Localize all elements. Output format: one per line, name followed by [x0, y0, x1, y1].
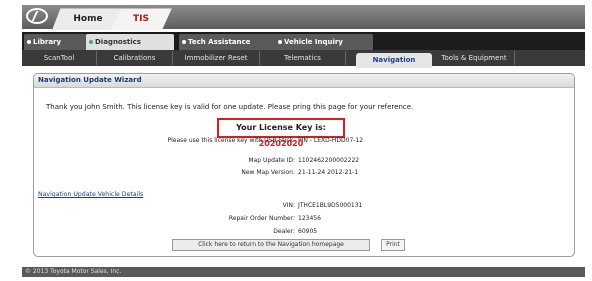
subnav-item-immobilizer-reset[interactable]: Immobilizer Reset	[173, 51, 260, 65]
nav-item-label: Diagnostics	[95, 38, 141, 46]
vin-label: VIN:	[282, 202, 295, 209]
wizard-title: Navigation Update Wizard	[34, 74, 574, 88]
subnav-item-tools-equipment[interactable]: Tools & Equipment	[434, 51, 515, 65]
map-update-id-label: Map Update ID:	[248, 157, 295, 164]
footer-copyright: © 2013 Toyota Motor Sales, Inc.	[22, 267, 585, 277]
radio-icon	[89, 40, 93, 44]
subnav-item-scantool[interactable]: ScanTool	[22, 51, 97, 65]
license-key-box: Your License Key is: 20202020	[217, 118, 345, 148]
radio-icon	[182, 40, 186, 44]
nav-item-tech-assistance[interactable]: Tech Assistance	[179, 34, 279, 50]
map-version-label: New Map Version:	[241, 169, 295, 176]
vehicle-details-link[interactable]: Navigation Update Vehicle Details	[38, 191, 143, 198]
subnav-item-calibrations[interactable]: Calibrations	[97, 51, 173, 65]
print-button[interactable]: Print	[381, 239, 405, 251]
toyota-logo-icon	[26, 8, 48, 24]
radio-icon	[278, 40, 282, 44]
main-nav: Library Diagnostics Tech Assistance Vehi…	[22, 32, 585, 50]
map-update-id-value: 1102462200002222	[298, 157, 360, 164]
subnav-item-telematics[interactable]: Telematics	[260, 51, 346, 65]
return-navigation-home-button[interactable]: Click here to return to the Navigation h…	[172, 239, 370, 251]
usb-value: PIN - LEXD-HDD07-12	[298, 137, 364, 144]
thanks-message: Thank you John Smith. This license key i…	[46, 103, 414, 111]
radio-icon	[27, 40, 31, 44]
nav-item-vehicle-inquiry[interactable]: Vehicle Inquiry	[275, 34, 373, 50]
repair-order-label: Repair Order Number:	[228, 215, 295, 222]
nav-item-library[interactable]: Library	[24, 34, 94, 50]
nav-item-diagnostics[interactable]: Diagnostics	[86, 34, 174, 50]
subnav-item-navigation[interactable]: Navigation	[356, 53, 432, 68]
license-key-label: Your License Key is:	[236, 123, 326, 132]
dealer-value: 60905	[298, 228, 318, 235]
repair-order-value: 123456	[298, 215, 321, 222]
sub-nav: ScanTool Calibrations Immobilizer Reset …	[22, 50, 585, 68]
app-window: Home TIS Library Diagnostics Tech Assist…	[22, 5, 585, 277]
nav-item-label: Vehicle Inquiry	[284, 38, 343, 46]
wizard-panel: Navigation Update Wizard Thank you John …	[33, 73, 575, 257]
nav-item-label: Tech Assistance	[188, 38, 251, 46]
vin-value: JTHCE1BL9D5000131	[298, 202, 363, 209]
top-bar: Home TIS	[22, 5, 585, 30]
nav-item-label: Library	[33, 38, 62, 46]
usb-label: Please use this license key with USB Sti…	[167, 137, 295, 144]
dealer-label: Dealer:	[273, 228, 295, 235]
map-version-value: 21-11-24 2012-21-1	[298, 169, 359, 176]
